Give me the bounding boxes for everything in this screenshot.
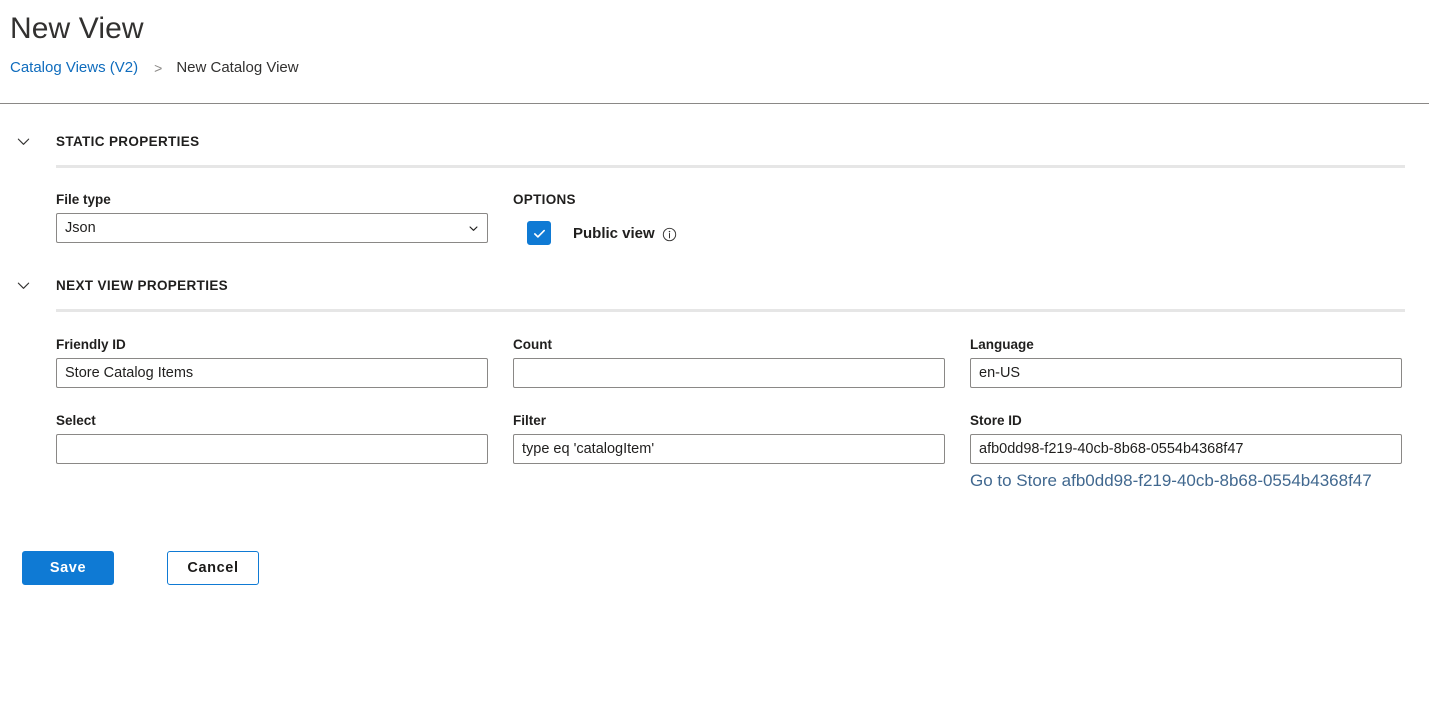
next-view-row-2: Select Filter Store ID Go to Store afb0d… <box>56 413 1405 491</box>
public-view-checkbox[interactable] <box>527 221 551 245</box>
field-file-type: File type JsonCsvXml <box>56 192 513 245</box>
options-label: OPTIONS <box>513 192 576 207</box>
field-store-id: Store ID Go to Store afb0dd98-f219-40cb-… <box>970 413 1427 491</box>
public-view-row: Public view <box>527 221 945 245</box>
count-label: Count <box>513 337 552 352</box>
field-filter: Filter <box>513 413 970 491</box>
select-label: Select <box>56 413 96 428</box>
file-type-select-wrap: JsonCsvXml <box>56 213 488 243</box>
breadcrumb-parent-link[interactable]: Catalog Views (V2) <box>10 60 138 75</box>
static-properties-row: File type JsonCsvXml OPTIONS <box>56 192 1405 245</box>
section-static-properties: STATIC PROPERTIES File type JsonCsvXml O… <box>10 126 1405 245</box>
section-next-view-properties: NEXT VIEW PROPERTIES Friendly ID Count L… <box>10 270 1405 491</box>
save-button[interactable]: Save <box>22 551 114 585</box>
count-input[interactable] <box>513 358 945 388</box>
file-type-label: File type <box>56 192 111 207</box>
section-next-view-properties-header[interactable]: NEXT VIEW PROPERTIES <box>10 270 1405 300</box>
friendly-id-input[interactable] <box>56 358 488 388</box>
chevron-down-icon[interactable] <box>10 134 36 149</box>
chevron-down-icon[interactable] <box>10 278 36 293</box>
breadcrumb-current: New Catalog View <box>176 59 299 76</box>
store-id-label: Store ID <box>970 413 1022 428</box>
field-language: Language <box>970 337 1427 388</box>
field-count: Count <box>513 337 970 388</box>
field-select: Select <box>56 413 513 491</box>
page-header: New View Catalog Views (V2) > New Catalo… <box>0 0 1429 104</box>
form-action-bar: Save Cancel <box>22 551 1405 585</box>
language-input[interactable] <box>970 358 1402 388</box>
breadcrumb: Catalog Views (V2) > New Catalog View <box>10 60 1429 75</box>
file-type-select[interactable]: JsonCsvXml <box>56 213 488 243</box>
section-static-properties-header[interactable]: STATIC PROPERTIES <box>10 126 1405 156</box>
store-id-input[interactable] <box>970 434 1402 464</box>
section-divider <box>56 309 1405 312</box>
field-friendly-id: Friendly ID <box>56 337 513 388</box>
language-label: Language <box>970 337 1034 352</box>
filter-input[interactable] <box>513 434 945 464</box>
friendly-id-label: Friendly ID <box>56 337 126 352</box>
info-circle-icon[interactable] <box>662 227 677 242</box>
section-divider <box>56 165 1405 168</box>
field-options: OPTIONS Public view <box>513 192 970 245</box>
public-view-label: Public view <box>573 224 655 242</box>
filter-label: Filter <box>513 413 547 428</box>
section-next-view-properties-title: NEXT VIEW PROPERTIES <box>56 277 229 293</box>
next-view-row-1: Friendly ID Count Language <box>56 337 1405 388</box>
select-input[interactable] <box>56 434 488 464</box>
form-content: STATIC PROPERTIES File type JsonCsvXml O… <box>0 126 1429 585</box>
page-title: New View <box>10 12 144 45</box>
cancel-button[interactable]: Cancel <box>167 551 259 585</box>
section-static-properties-title: STATIC PROPERTIES <box>56 133 200 149</box>
go-to-store-link[interactable]: Go to Store afb0dd98-f219-40cb-8b68-0554… <box>970 471 1372 491</box>
breadcrumb-separator-icon: > <box>154 59 163 76</box>
